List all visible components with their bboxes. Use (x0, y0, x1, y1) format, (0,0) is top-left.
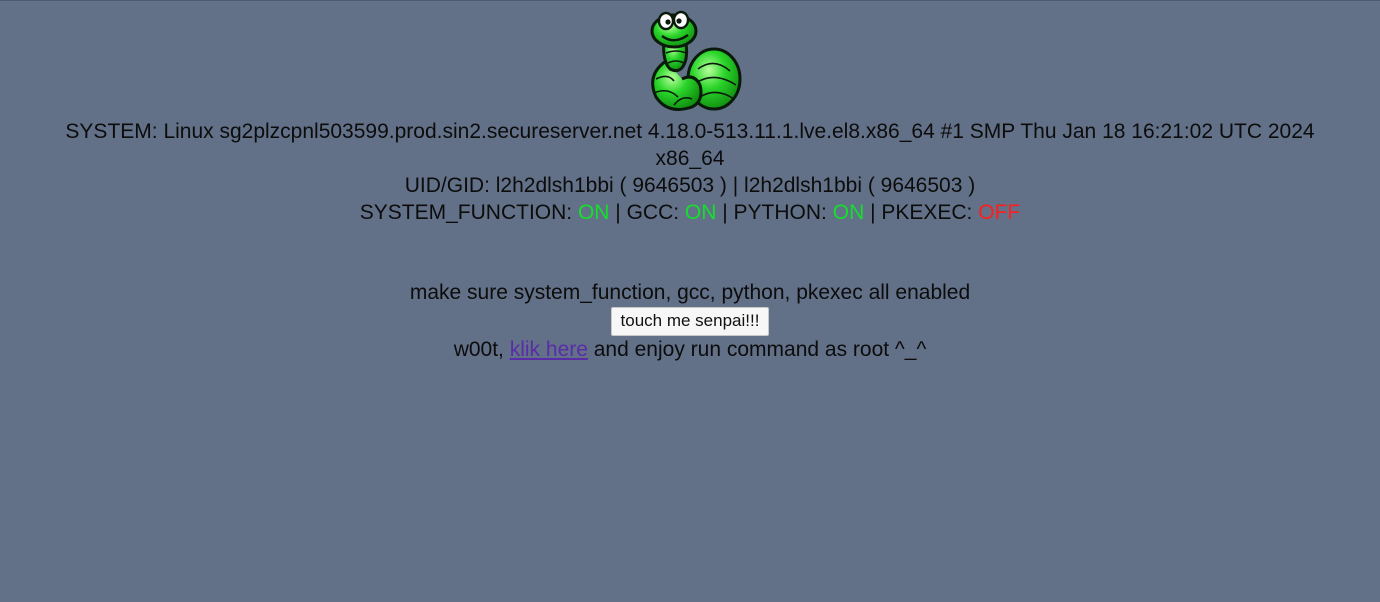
green-worm-icon (650, 10, 742, 111)
uid-gid-line: UID/GID: l2h2dlsh1bbi ( 9646503 ) | l2h2… (404, 174, 976, 197)
python-label: PYTHON: (733, 201, 833, 224)
page-content: SYSTEM: Linux sg2plzcpnl503599.prod.sin2… (0, 9, 1380, 363)
system-info-line: SYSTEM: Linux sg2plzcpnl503599.prod.sin2… (65, 120, 1315, 143)
klik-here-link[interactable]: klik here (510, 338, 588, 361)
touch-me-button[interactable]: touch me senpai!!! (610, 307, 770, 336)
separator: | (716, 201, 734, 224)
button-row: touch me senpai!!! (0, 306, 1380, 336)
system-function-status: ON (577, 201, 610, 224)
gcc-status: ON (684, 201, 717, 224)
system-function-label: SYSTEM_FUNCTION: (359, 201, 578, 224)
python-status: ON (832, 201, 865, 224)
result-line: w00t, klik here and enjoy run command as… (0, 336, 1380, 363)
result-suffix: and enjoy run command as root ^_^ (587, 338, 927, 361)
result-prefix: w00t, (453, 338, 510, 361)
function-status-line: SYSTEM_FUNCTION: ON | GCC: ON | PYTHON: … (0, 199, 1380, 226)
gcc-label: GCC: (626, 201, 685, 224)
pkexec-status: OFF (978, 201, 1021, 224)
separator: | (864, 201, 882, 224)
pkexec-label: PKEXEC: (881, 201, 979, 224)
separator: | (609, 201, 627, 224)
instruction-text: make sure system_function, gcc, python, … (409, 281, 971, 304)
system-arch-line: x86_64 (655, 147, 725, 170)
